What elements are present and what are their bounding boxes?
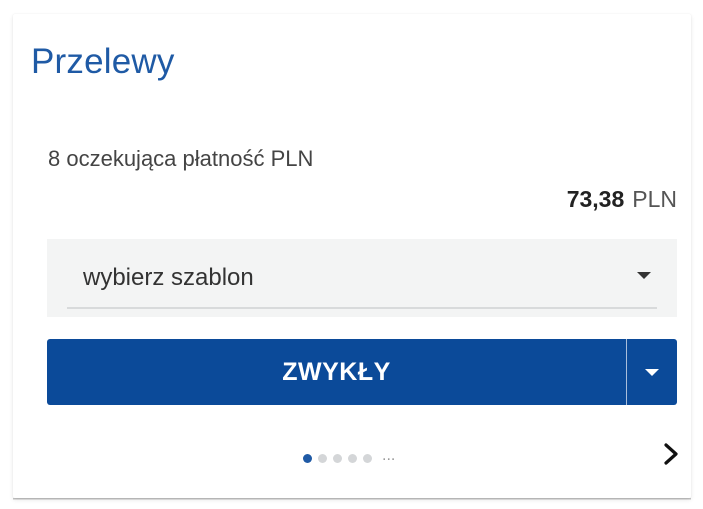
page-dot[interactable] xyxy=(333,453,342,463)
transfer-type-dropdown-button[interactable] xyxy=(627,339,677,405)
transfer-button-group: ZWYKŁY xyxy=(47,339,677,405)
pagination-dots: ... xyxy=(303,447,396,467)
pending-payments-text: 8 oczekująca płatność PLN xyxy=(48,146,314,171)
page-dot[interactable] xyxy=(303,453,312,463)
regular-transfer-button[interactable]: ZWYKŁY xyxy=(47,339,626,405)
template-select[interactable]: wybierz szablon xyxy=(47,239,677,317)
caret-down-icon xyxy=(637,272,651,279)
pending-amount: 73,38 PLN xyxy=(567,186,677,213)
chevron-right-icon[interactable] xyxy=(657,440,685,468)
widget-title[interactable]: Przelewy xyxy=(31,42,175,82)
caret-down-icon xyxy=(645,368,659,376)
page-dot[interactable] xyxy=(363,453,372,463)
page-dot[interactable] xyxy=(318,453,327,463)
page-dot[interactable] xyxy=(348,453,357,463)
template-select-value: wybierz szablon xyxy=(83,264,254,291)
pagination-more: ... xyxy=(382,447,396,464)
select-underline xyxy=(67,307,657,309)
amount-currency: PLN xyxy=(632,186,677,212)
transfers-widget: Przelewy 8 oczekująca płatność PLN 73,38… xyxy=(13,14,691,500)
amount-value: 73,38 xyxy=(566,186,625,212)
